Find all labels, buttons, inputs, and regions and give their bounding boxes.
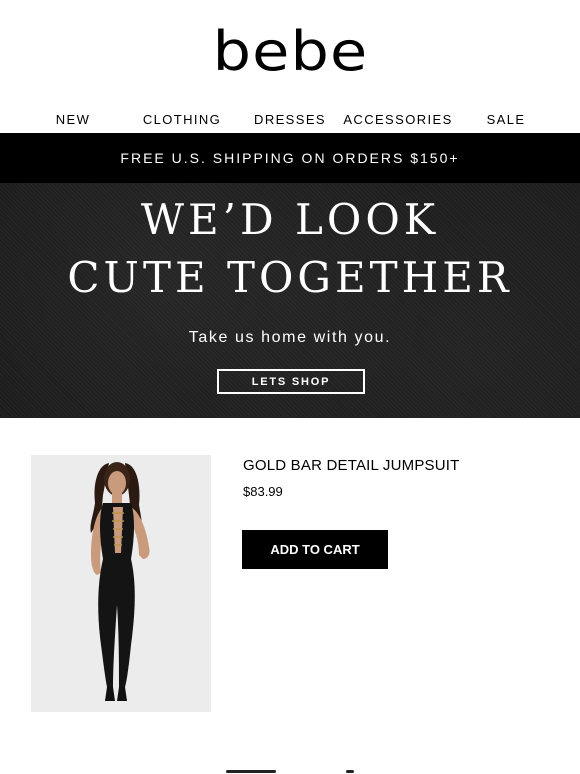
nav-item-new[interactable]: NEW — [56, 112, 91, 127]
shipping-banner[interactable]: FREE U.S. SHIPPING ON ORDERS $150+ — [0, 133, 580, 183]
nav-item-accessories[interactable]: ACCESSORIES — [343, 112, 452, 127]
lets-shop-button[interactable]: LETS SHOP — [217, 369, 365, 394]
shipping-banner-text: FREE U.S. SHIPPING ON ORDERS $150+ — [120, 150, 460, 166]
nav-item-sale[interactable]: SALE — [487, 112, 526, 127]
hero-subheadline: Take us home with you. — [188, 329, 392, 346]
hero-banner[interactable]: WE’D LOOK CUTE TOGETHER Take us home wit… — [0, 183, 580, 418]
product-card: GOLD BAR DETAIL JUMPSUIT $83.99 ADD TO C… — [0, 418, 580, 774]
hero-headline-line-2: CUTE TOGETHER — [67, 253, 513, 302]
logo-text[interactable]: bebe — [212, 24, 368, 79]
add-to-cart-button[interactable]: ADD TO CART — [242, 530, 388, 569]
nav-item-dresses[interactable]: DRESSES — [254, 112, 326, 127]
product-image[interactable] — [31, 455, 211, 712]
next-section-peek — [0, 767, 580, 774]
brand-logo[interactable]: bebe — [0, 0, 580, 103]
email-header: bebe NEW CLOTHING DRESSES ACCESSORIES SA… — [0, 0, 580, 133]
main-nav: NEW CLOTHING DRESSES ACCESSORIES SALE — [0, 103, 580, 133]
hero-headline-line-1: WE’D LOOK — [140, 195, 440, 244]
product-name[interactable]: GOLD BAR DETAIL JUMPSUIT — [243, 457, 460, 474]
product-price: $83.99 — [243, 484, 283, 499]
nav-item-clothing[interactable]: CLOTHING — [143, 112, 221, 127]
jumpsuit-model-illustration — [90, 462, 150, 701]
